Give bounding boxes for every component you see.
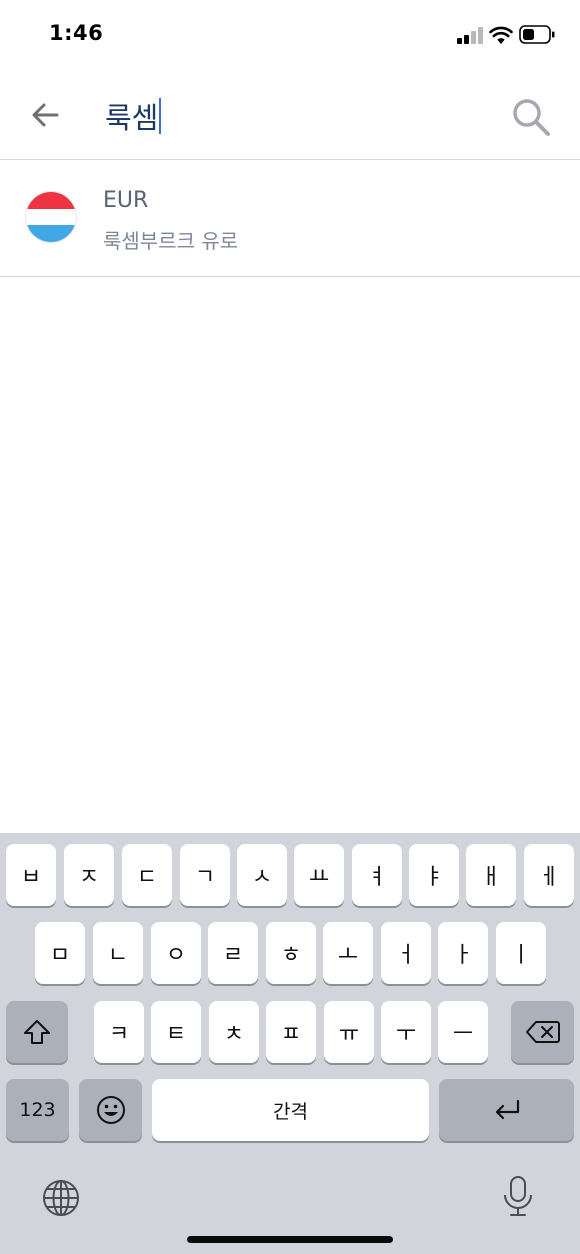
- return-icon: [495, 1099, 519, 1120]
- backspace-icon: [525, 1021, 560, 1043]
- shift-key[interactable]: [6, 1001, 68, 1063]
- key-ㅈ[interactable]: ㅈ: [64, 844, 114, 906]
- search-query-text: 룩셈: [105, 101, 159, 135]
- delete-key[interactable]: [511, 1001, 574, 1063]
- key-ㅏ[interactable]: ㅏ: [438, 922, 488, 984]
- status-time: 1:46: [49, 21, 104, 45]
- key-ㅜ[interactable]: ㅜ: [381, 1001, 431, 1063]
- currency-code: EUR: [103, 188, 149, 213]
- key-ㅊ[interactable]: ㅊ: [209, 1001, 259, 1063]
- key-ㅎ[interactable]: ㅎ: [266, 922, 316, 984]
- key-ㅂ[interactable]: ㅂ: [6, 844, 56, 906]
- key-ㅣ[interactable]: ㅣ: [496, 922, 546, 984]
- key-ㅌ[interactable]: ㅌ: [151, 1001, 201, 1063]
- key-ㅍ[interactable]: ㅍ: [266, 1001, 316, 1063]
- search-icon[interactable]: [509, 95, 553, 139]
- search-header: 룩셈: [0, 70, 580, 160]
- back-arrow-icon[interactable]: [25, 95, 65, 135]
- numbers-key[interactable]: 123: [6, 1079, 69, 1141]
- key-ㅡ[interactable]: ㅡ: [438, 1001, 488, 1063]
- key-ㄷ[interactable]: ㄷ: [122, 844, 172, 906]
- currency-result-item[interactable]: EUR 룩셈부르크 유로: [0, 160, 580, 277]
- key-ㄹ[interactable]: ㄹ: [208, 922, 258, 984]
- globe-icon[interactable]: [40, 1177, 82, 1219]
- key-ㅔ[interactable]: ㅔ: [524, 844, 574, 906]
- emoji-key[interactable]: [79, 1079, 142, 1141]
- key-ㅕ[interactable]: ㅕ: [352, 844, 402, 906]
- luxembourg-flag-icon: [26, 192, 76, 242]
- search-input[interactable]: 룩셈: [105, 96, 162, 136]
- home-indicator: [187, 1236, 393, 1243]
- key-ㅠ[interactable]: ㅠ: [324, 1001, 374, 1063]
- wifi-icon: [489, 26, 513, 44]
- cellular-signal-icon: [457, 26, 485, 44]
- text-cursor: [159, 98, 162, 134]
- battery-icon: [519, 25, 555, 44]
- space-key[interactable]: 간격: [152, 1079, 429, 1141]
- key-ㅅ[interactable]: ㅅ: [237, 844, 287, 906]
- key-ㅗ[interactable]: ㅗ: [323, 922, 373, 984]
- status-bar: 1:46: [0, 0, 580, 70]
- key-ㅛ[interactable]: ㅛ: [294, 844, 344, 906]
- key-ㅐ[interactable]: ㅐ: [466, 844, 516, 906]
- currency-name: 룩셈부르크 유로: [103, 229, 239, 253]
- microphone-icon[interactable]: [500, 1174, 536, 1220]
- key-ㅁ[interactable]: ㅁ: [35, 922, 85, 984]
- key-ㅑ[interactable]: ㅑ: [409, 844, 459, 906]
- key-ㅓ[interactable]: ㅓ: [381, 922, 431, 984]
- key-ㄴ[interactable]: ㄴ: [93, 922, 143, 984]
- key-ㅇ[interactable]: ㅇ: [151, 922, 201, 984]
- key-ㄱ[interactable]: ㄱ: [180, 844, 230, 906]
- key-ㅋ[interactable]: ㅋ: [94, 1001, 144, 1063]
- keyboard: ㅂ ㅈ ㄷ ㄱ ㅅ ㅛ ㅕ ㅑ ㅐ ㅔ ㅁ ㄴ ㅇ ㄹ ㅎ ㅗ ㅓ ㅏ ㅣ ㅋ …: [0, 833, 580, 1254]
- emoji-icon: [96, 1096, 125, 1124]
- return-key[interactable]: [439, 1079, 574, 1141]
- shift-icon: [24, 1020, 50, 1044]
